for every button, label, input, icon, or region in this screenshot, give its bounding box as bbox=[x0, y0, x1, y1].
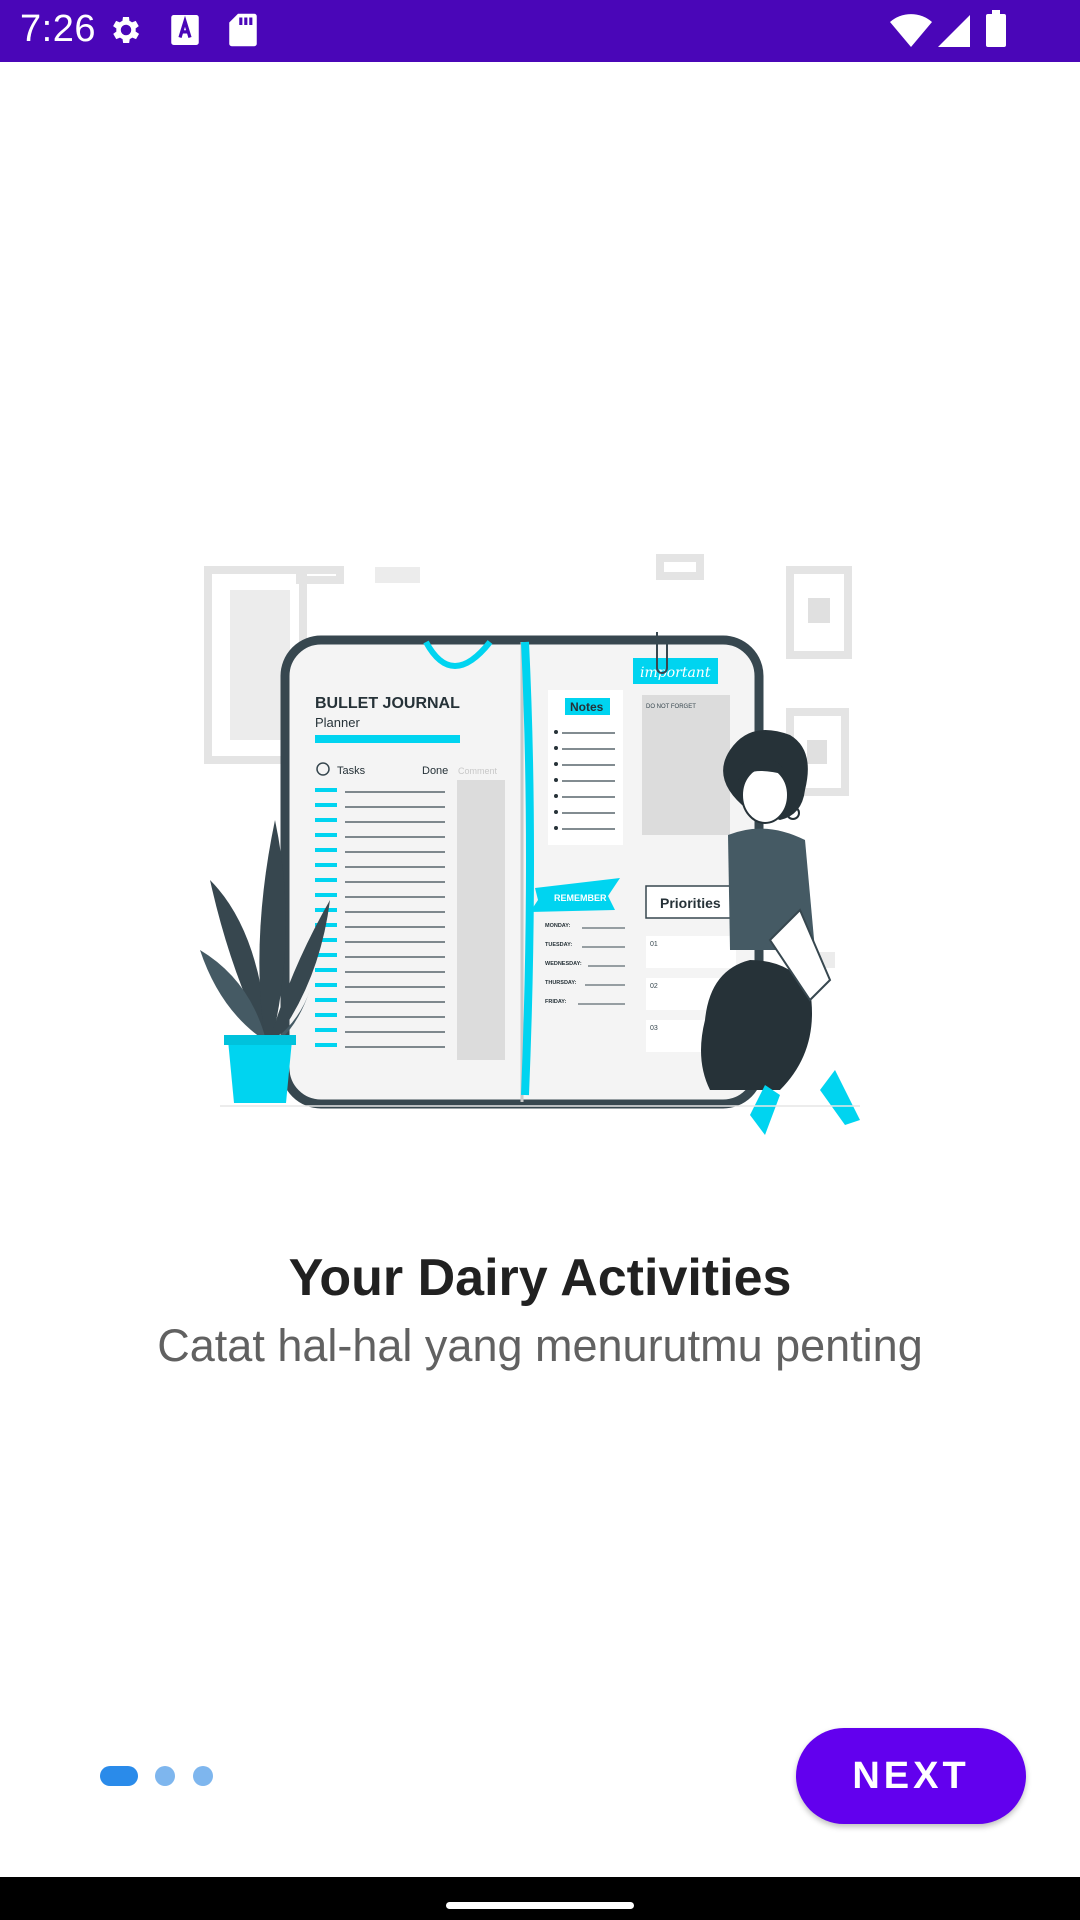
status-bar: 7:26 bbox=[0, 0, 1080, 62]
priority-02: 02 bbox=[650, 983, 658, 990]
priority-01: 01 bbox=[650, 941, 658, 948]
bullet-journal-illustration: BULLET JOURNAL Planner Tasks Done Commen… bbox=[200, 554, 860, 1135]
day-tuesday: TUESDAY: bbox=[545, 942, 572, 948]
day-monday: MONDAY: bbox=[545, 923, 571, 929]
priorities-label: Priorities bbox=[660, 895, 721, 911]
battery-icon bbox=[986, 10, 1006, 47]
onboarding-title: Your Dairy Activities bbox=[288, 1249, 792, 1307]
page-indicator-dot-2[interactable] bbox=[155, 1766, 175, 1786]
home-gesture-handle[interactable] bbox=[446, 1902, 634, 1909]
important-label: important bbox=[640, 665, 711, 681]
remember-label: REMEMBER bbox=[554, 893, 607, 903]
navigation-bar bbox=[0, 1877, 1080, 1920]
page-indicator-dot-1-active[interactable] bbox=[100, 1766, 138, 1786]
wifi-icon bbox=[890, 14, 932, 47]
day-thursday: THURSDAY: bbox=[545, 980, 577, 986]
page-indicator-dot-3[interactable] bbox=[193, 1766, 213, 1786]
gear-icon bbox=[113, 16, 140, 44]
journal-title: BULLET JOURNAL bbox=[315, 695, 460, 712]
signal-icon bbox=[938, 15, 970, 47]
priority-03: 03 bbox=[650, 1025, 658, 1032]
done-label: Done bbox=[422, 765, 448, 777]
text-a-icon bbox=[171, 15, 199, 45]
next-button[interactable]: NEXT bbox=[796, 1728, 1026, 1824]
day-friday: FRIDAY: bbox=[545, 999, 567, 1005]
status-time: 7:26 bbox=[20, 8, 96, 50]
comment-label: Comment bbox=[458, 766, 498, 776]
day-wednesday: WEDNESDAY: bbox=[545, 961, 582, 967]
onboarding-subtitle: Catat hal-hal yang menurutmu penting bbox=[157, 1320, 923, 1371]
tasks-label: Tasks bbox=[337, 765, 366, 777]
onboarding-screen: 7:26 BULLET JOURNAL Planner Tasks Done C… bbox=[0, 0, 1080, 1920]
sd-card-icon bbox=[229, 13, 257, 47]
notes-label: Notes bbox=[570, 700, 604, 714]
do-not-forget-label: DO NOT FORGET bbox=[646, 704, 696, 710]
journal-subtitle: Planner bbox=[315, 715, 360, 730]
